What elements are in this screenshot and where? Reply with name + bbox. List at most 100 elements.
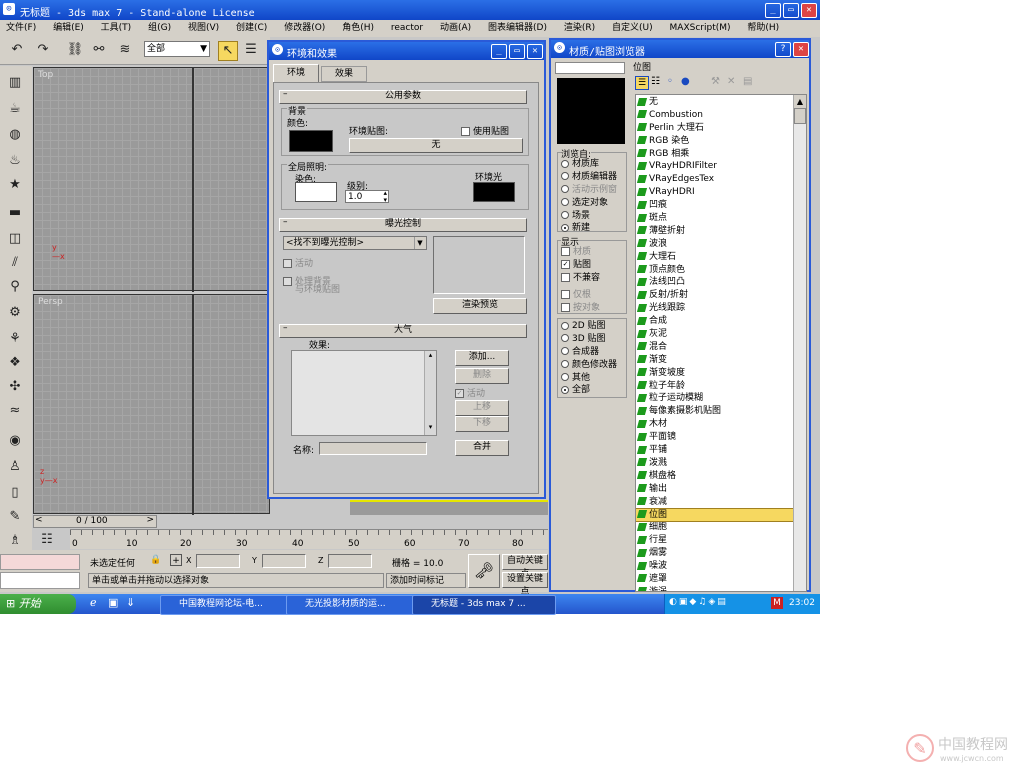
rollout-common-params[interactable]: 公用参数: [279, 90, 527, 104]
tray-icons[interactable]: ◐▣◆♫◈▤: [669, 597, 728, 607]
mtl-list-item[interactable]: 凹痕: [636, 199, 806, 212]
mtl-list-item[interactable]: 遮罩: [636, 573, 806, 586]
bind-space-warp-icon[interactable]: ≋: [116, 41, 134, 59]
z-field[interactable]: [328, 554, 372, 568]
download-icon[interactable]: ⇓: [126, 596, 135, 609]
mtl-list-item[interactable]: VRayHDRIFilter: [636, 160, 806, 173]
view-small-icons-icon[interactable]: ◦: [667, 76, 673, 87]
radio-mtl-editor[interactable]: [561, 172, 569, 181]
mtl-list-item[interactable]: 薄壁折射: [636, 225, 806, 238]
by-object[interactable]: 按对象: [561, 302, 627, 315]
menu-modifiers[interactable]: 修改器(O): [284, 23, 325, 33]
browse-selected[interactable]: 选定对象: [561, 197, 627, 210]
door-icon[interactable]: ▯: [6, 484, 24, 502]
effect-name-field[interactable]: [319, 442, 427, 455]
desktop-icon[interactable]: ▣: [108, 596, 118, 609]
redo-icon[interactable]: ↷: [34, 41, 52, 59]
walk-icon[interactable]: ♗: [6, 532, 24, 550]
camera-icon[interactable]: ◉: [6, 432, 24, 450]
lock-icon[interactable]: 🔒: [150, 555, 161, 565]
view-large-icons-icon[interactable]: ●: [681, 76, 690, 87]
pyramid-icon[interactable]: ⚲: [6, 278, 24, 296]
max-app-icon[interactable]: ⊙: [3, 3, 15, 15]
delete-icon[interactable]: ✕: [727, 76, 735, 87]
mtl-list-item[interactable]: Perlin 大理石: [636, 122, 806, 135]
exposure-select[interactable]: <找不到曝光控制> ▼: [283, 236, 427, 250]
mtl-list-item[interactable]: 细胞: [636, 521, 806, 534]
tab-environment[interactable]: 环境: [273, 64, 319, 82]
radio-other[interactable]: [561, 373, 569, 382]
key-icon[interactable]: 🗝: [468, 554, 500, 588]
by-object-checkbox[interactable]: [561, 302, 570, 312]
add-effect-button[interactable]: 添加...: [455, 350, 509, 366]
hedra-icon[interactable]: ❖: [6, 354, 24, 372]
mtl-list-item[interactable]: VRayEdgesTex: [636, 173, 806, 186]
mtl-list-item[interactable]: RGB 相乘: [636, 148, 806, 161]
radio-3d[interactable]: [561, 334, 569, 343]
browse-scene[interactable]: 场景: [561, 210, 627, 223]
figure-icon[interactable]: ♙: [6, 458, 24, 476]
maximize-icon[interactable]: ▭: [783, 3, 799, 18]
clear-icon[interactable]: ▤: [743, 76, 752, 87]
teapot-icon[interactable]: ☕: [6, 100, 24, 118]
track-bar-icon[interactable]: ☷: [38, 531, 56, 549]
mtl-list-item[interactable]: 光线跟踪: [636, 302, 806, 315]
close-icon[interactable]: ✕: [801, 3, 817, 18]
spinner-arrows-icon[interactable]: ▴ ▾: [383, 190, 387, 204]
particle-icon[interactable]: ✣: [6, 378, 24, 396]
tab-effects[interactable]: 效果: [321, 66, 367, 82]
mtl-list-item[interactable]: 每像素摄影机贴图: [636, 405, 806, 418]
menu-edit[interactable]: 编辑(E): [53, 23, 84, 33]
gear-icon[interactable]: ⚙: [6, 304, 24, 322]
select-arrow-icon[interactable]: ↖: [218, 41, 238, 61]
level-spinner[interactable]: 1.0 ▴ ▾: [345, 190, 389, 204]
mtl-list-item[interactable]: 合成: [636, 315, 806, 328]
mtl-search-input[interactable]: [555, 62, 625, 74]
render-preview-button[interactable]: 渲染预览: [433, 298, 527, 314]
map-type-compositor[interactable]: 合成器: [561, 346, 627, 359]
mtl-list-item[interactable]: 粒子年龄: [636, 380, 806, 393]
absolute-mode-icon[interactable]: +: [170, 554, 182, 566]
tint-swatch[interactable]: [295, 182, 337, 202]
env-maximize-icon[interactable]: ▭: [509, 44, 525, 59]
menu-animation[interactable]: 动画(A): [440, 23, 471, 33]
env-map-button[interactable]: 无: [349, 138, 523, 153]
map-type-3d[interactable]: 3D 贴图: [561, 333, 627, 346]
maxscript-listener-white[interactable]: [0, 572, 80, 589]
menu-help[interactable]: 帮助(H): [747, 23, 779, 33]
menu-character[interactable]: 角色(H): [342, 23, 374, 33]
effect-active-checkbox-box[interactable]: ✓: [455, 389, 464, 398]
mtl-list-item[interactable]: 输出: [636, 483, 806, 496]
ambient-swatch[interactable]: [473, 182, 515, 202]
paint-icon[interactable]: ✎: [6, 508, 24, 526]
undo-icon[interactable]: ↶: [8, 41, 26, 59]
task-3dsmax[interactable]: 无标题 - 3ds max 7 ...: [412, 595, 556, 615]
mtl-list-item[interactable]: 泼溅: [636, 457, 806, 470]
effect-active-checkbox[interactable]: ✓ 活动: [455, 386, 485, 399]
mtl-list-item[interactable]: 无: [636, 96, 806, 109]
time-slider[interactable]: < 0 / 100 >: [33, 515, 157, 528]
mtl-list-item[interactable]: 位图: [636, 507, 806, 523]
mtl-list-item[interactable]: 渐变: [636, 354, 806, 367]
delete-effect-button[interactable]: 删除: [455, 368, 509, 384]
radio-active-slot[interactable]: [561, 185, 569, 194]
mtl-list-item[interactable]: 粒子运动模糊: [636, 392, 806, 405]
active-checkbox[interactable]: 活动: [283, 256, 313, 269]
mtl-list-item[interactable]: 混合: [636, 341, 806, 354]
help-icon[interactable]: ?: [775, 42, 791, 57]
ie-icon[interactable]: ℯ: [90, 596, 97, 609]
view-list-icon[interactable]: ☰: [635, 76, 649, 90]
auto-key-button[interactable]: 自动关键点: [502, 554, 548, 579]
link-icon[interactable]: ⛓: [66, 41, 84, 59]
radio-mtl-library[interactable]: [561, 159, 569, 168]
select-by-name-icon[interactable]: ☰: [242, 41, 260, 59]
bg-color-swatch[interactable]: [289, 130, 333, 152]
set-key-button[interactable]: 设置关键点: [502, 572, 548, 597]
process-bg-checkbox-box[interactable]: [283, 277, 292, 286]
radio-color-mod[interactable]: [561, 360, 569, 369]
viewport-top-label[interactable]: Top: [38, 70, 53, 80]
mtl-list-item[interactable]: 反射/折射: [636, 289, 806, 302]
active-checkbox-box[interactable]: [283, 259, 292, 268]
task-tutorial[interactable]: 无光投影材质的运...: [286, 595, 428, 615]
radio-all[interactable]: [561, 385, 569, 394]
